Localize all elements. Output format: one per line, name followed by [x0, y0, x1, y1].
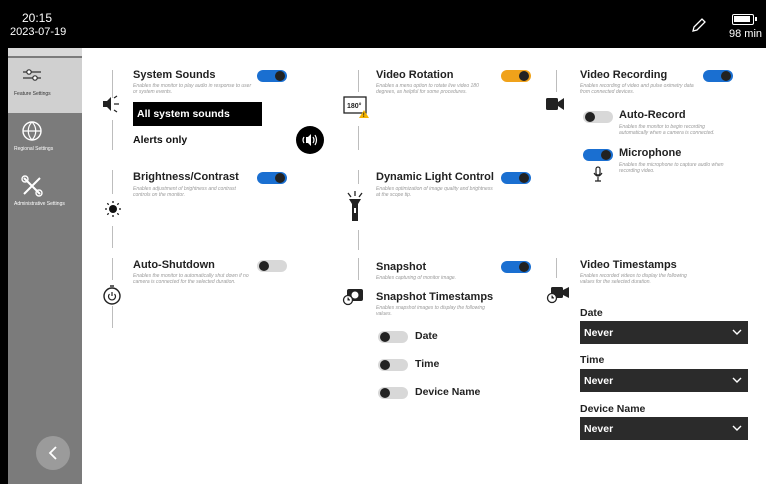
chevron-left-icon	[48, 446, 57, 460]
snapshot-time-toggle[interactable]	[378, 359, 408, 371]
power-timer-icon	[103, 285, 121, 305]
video-ts-time-select[interactable]: Never	[580, 369, 748, 392]
sidebar-item-label: Administrative Settings	[14, 201, 65, 207]
snapshot-timestamps-title: Snapshot Timestamps	[376, 291, 494, 303]
rotate-180-icon: 180° !	[342, 94, 370, 119]
sidebar-item-feature-settings[interactable]: Feature Settings	[8, 58, 82, 113]
video-rotation-toggle[interactable]	[501, 70, 531, 82]
microphone-toggle[interactable]	[583, 149, 613, 161]
video-timestamps-desc: Enables recorded videos to display the f…	[580, 273, 687, 285]
tools-icon	[21, 175, 43, 197]
microphone-desc: Enables the microphone to capture audio …	[619, 162, 724, 174]
snapshot-title: Snapshot	[376, 261, 427, 273]
dynamic-light-control-desc: Enables optimization of image quality an…	[376, 186, 493, 198]
microphone-title: Microphone	[619, 147, 682, 159]
divider	[112, 258, 113, 280]
system-sounds-desc: Enables the monitor to play audio in res…	[133, 83, 252, 95]
pen-icon[interactable]	[690, 16, 708, 34]
divider	[358, 70, 359, 92]
video-ts-date-value: Never	[584, 327, 614, 339]
battery-icon	[732, 14, 757, 25]
auto-shutdown-toggle[interactable]	[257, 260, 287, 272]
divider	[112, 170, 113, 194]
divider	[112, 226, 113, 248]
video-ts-date-label: Date	[580, 307, 603, 319]
dynamic-light-control-toggle[interactable]	[501, 172, 531, 184]
video-ts-device-name-select[interactable]: Never	[580, 417, 748, 440]
divider	[358, 126, 359, 150]
brightness-contrast-toggle[interactable]	[257, 172, 287, 184]
snapshot-date-label: Date	[415, 330, 438, 342]
option-alerts-only[interactable]: Alerts only	[133, 134, 187, 146]
auto-shutdown-desc: Enables the monitor to automatically shu…	[133, 273, 249, 285]
snapshot-device-name-toggle[interactable]	[378, 387, 408, 399]
divider	[556, 70, 557, 92]
volume-icon	[302, 134, 318, 146]
microphone-icon	[593, 166, 603, 182]
auto-record-desc: Enables the monitor to begin recording a…	[619, 124, 715, 136]
globe-icon	[22, 121, 42, 141]
video-rotation-title: Video Rotation	[376, 69, 454, 81]
svg-text:!: !	[363, 113, 365, 118]
video-ts-device-name-label: Device Name	[580, 403, 646, 415]
sidebar-item-label: Regional Settings	[14, 146, 54, 152]
divider	[556, 258, 557, 278]
video-recording-title: Video Recording	[580, 69, 668, 81]
test-sound-button[interactable]	[296, 126, 324, 154]
divider	[358, 170, 359, 184]
video-timestamps-title: Video Timestamps	[580, 259, 677, 271]
divider	[358, 258, 359, 280]
system-sounds-title: System Sounds	[133, 69, 216, 81]
video-ts-time-value: Never	[584, 375, 614, 387]
snapshot-timestamps-desc: Enables snapshot images to display the f…	[376, 305, 485, 317]
chevron-down-icon	[732, 329, 742, 335]
snapshot-date-toggle[interactable]	[378, 331, 408, 343]
divider	[112, 306, 113, 328]
video-ts-device-name-value: Never	[584, 423, 614, 435]
status-bar: 20:15 2023-07-19 98 min	[0, 0, 766, 48]
chevron-down-icon	[732, 425, 742, 431]
clock-time: 20:15	[22, 11, 53, 25]
snapshot-toggle[interactable]	[501, 261, 531, 273]
snapshot-desc: Enables capturing of monitor image.	[376, 275, 457, 281]
video-rotation-desc: Enables a menu option to rotate live vid…	[376, 83, 479, 95]
flashlight-icon	[347, 191, 363, 221]
system-sounds-toggle[interactable]	[257, 70, 287, 82]
brightness-contrast-title: Brightness/Contrast	[133, 171, 239, 183]
sun-icon	[105, 201, 121, 217]
video-ts-date-select[interactable]: Never	[580, 321, 748, 344]
auto-shutdown-title: Auto-Shutdown	[133, 259, 215, 271]
back-button[interactable]	[36, 436, 70, 470]
sidebar-item-label: Feature Settings	[14, 91, 51, 97]
video-timer-icon	[546, 287, 569, 304]
battery-remaining: 98 min	[729, 28, 763, 40]
dynamic-light-control-title: Dynamic Light Control	[376, 171, 494, 183]
rotate-180-text: 180°	[347, 102, 362, 110]
chevron-down-icon	[732, 377, 742, 383]
auto-record-title: Auto-Record	[619, 109, 686, 121]
option-all-system-sounds[interactable]: All system sounds	[133, 102, 262, 126]
snapshot-time-label: Time	[415, 358, 440, 370]
auto-record-toggle[interactable]	[583, 111, 613, 123]
clock-date: 2023-07-19	[10, 26, 67, 38]
sidebar-item-administrative-settings[interactable]: Administrative Settings	[8, 168, 82, 223]
sliders-icon	[23, 69, 41, 81]
brightness-contrast-desc: Enables adjustment of brightness and con…	[133, 186, 236, 198]
video-recording-desc: Enables recording of video and pulse oxi…	[580, 83, 694, 95]
sidebar-item-regional-settings[interactable]: Regional Settings	[8, 113, 82, 168]
sidebar: Feature Settings Regional Settings Admin…	[8, 48, 82, 484]
divider	[358, 230, 359, 250]
video-recording-toggle[interactable]	[703, 70, 733, 82]
speaker-icon	[103, 95, 119, 113]
divider	[112, 120, 113, 150]
camera-timer-icon	[342, 289, 363, 306]
video-camera-icon	[546, 98, 564, 110]
snapshot-device-name-label: Device Name	[415, 386, 481, 398]
video-ts-time-label: Time	[580, 354, 605, 366]
